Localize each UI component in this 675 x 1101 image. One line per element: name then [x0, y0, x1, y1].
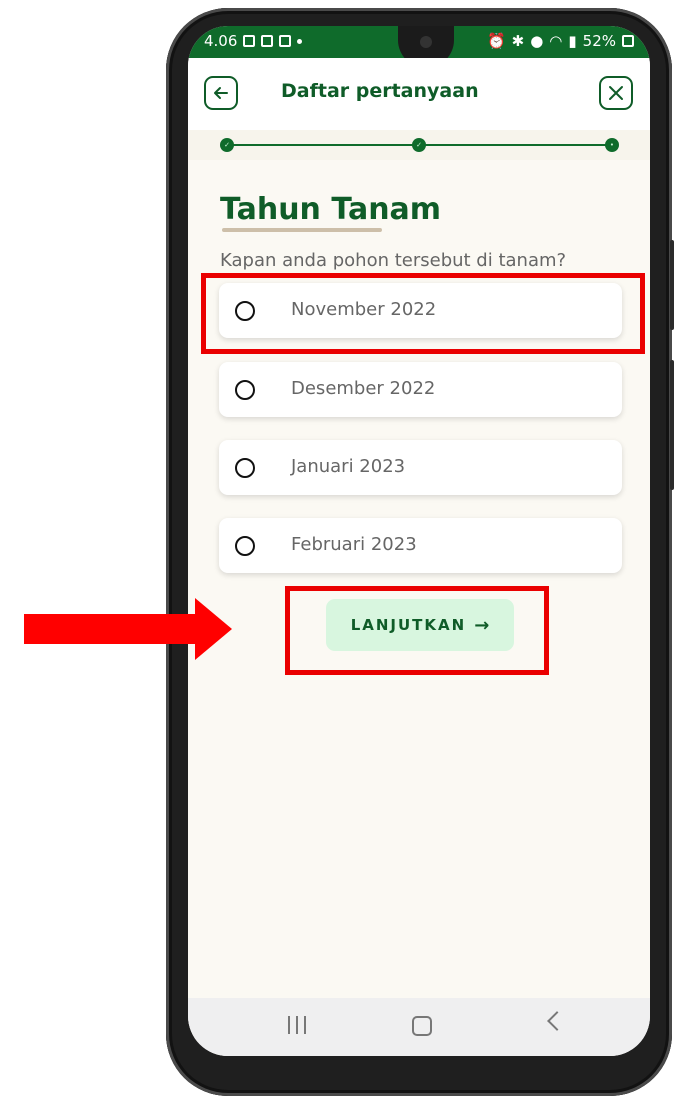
close-icon — [609, 86, 623, 100]
back-arrow-icon — [214, 87, 228, 99]
step-3-current: • — [605, 138, 619, 152]
phone-side-button — [670, 360, 674, 490]
red-pointer-arrowhead — [195, 598, 232, 660]
radio-button[interactable] — [235, 458, 255, 478]
nav-back-button[interactable] — [547, 1011, 567, 1031]
system-nav-bar — [188, 998, 650, 1056]
highlight-box-continue-button — [285, 586, 549, 675]
app-bar: Daftar pertanyaan — [188, 58, 650, 130]
option-label: Desember 2022 — [291, 378, 436, 399]
wifi-icon: ◠ — [549, 32, 563, 50]
phone-side-button — [670, 240, 674, 330]
phone-screen: 4.06 ⏰ ✱ ● ◠ ▮ 52% Daftar pertanyaan ✓ ✓… — [188, 26, 650, 1056]
status-time: 4.06 — [204, 32, 238, 50]
more-notifications-icon — [297, 38, 303, 44]
calendar-notification-icon — [261, 35, 274, 47]
page-title: Daftar pertanyaan — [281, 80, 479, 102]
radio-button[interactable] — [235, 380, 255, 400]
recents-button[interactable] — [288, 1016, 306, 1034]
question-text: Kapan anda pohon tersebut di tanam? — [220, 250, 567, 271]
red-pointer-arrow — [24, 614, 200, 644]
highlight-box-first-option — [201, 273, 645, 354]
battery-icon — [622, 35, 634, 47]
question-heading: Tahun Tanam — [220, 192, 442, 227]
option-februari-2023[interactable]: Februari 2023 — [219, 518, 622, 573]
home-button[interactable] — [412, 1016, 432, 1036]
close-button[interactable] — [599, 76, 633, 110]
calendar-17-notification-icon — [279, 35, 292, 47]
option-label: Januari 2023 — [291, 456, 406, 477]
recents-icon — [288, 1016, 290, 1034]
battery-percent: 52% — [582, 32, 616, 50]
step-connector — [419, 144, 612, 146]
location-icon: ● — [530, 32, 544, 50]
image-notification-icon — [243, 35, 256, 47]
signal-icon: ▮ — [568, 32, 577, 50]
radio-button[interactable] — [235, 536, 255, 556]
status-bar: 4.06 ⏰ ✱ ● ◠ ▮ 52% — [188, 26, 650, 68]
alarm-icon: ⏰ — [486, 32, 506, 50]
back-button[interactable] — [204, 76, 238, 110]
option-label: Februari 2023 — [291, 534, 417, 555]
step-1-done: ✓ — [220, 138, 234, 152]
step-connector — [227, 144, 419, 146]
bluetooth-icon: ✱ — [511, 32, 525, 50]
option-januari-2023[interactable]: Januari 2023 — [219, 440, 622, 495]
step-2-done: ✓ — [412, 138, 426, 152]
option-desember-2022[interactable]: Desember 2022 — [219, 362, 622, 417]
heading-underline — [222, 228, 382, 232]
progress-stepper: ✓ ✓ • — [188, 130, 650, 160]
recents-icon — [304, 1016, 306, 1034]
recents-icon — [296, 1016, 298, 1034]
